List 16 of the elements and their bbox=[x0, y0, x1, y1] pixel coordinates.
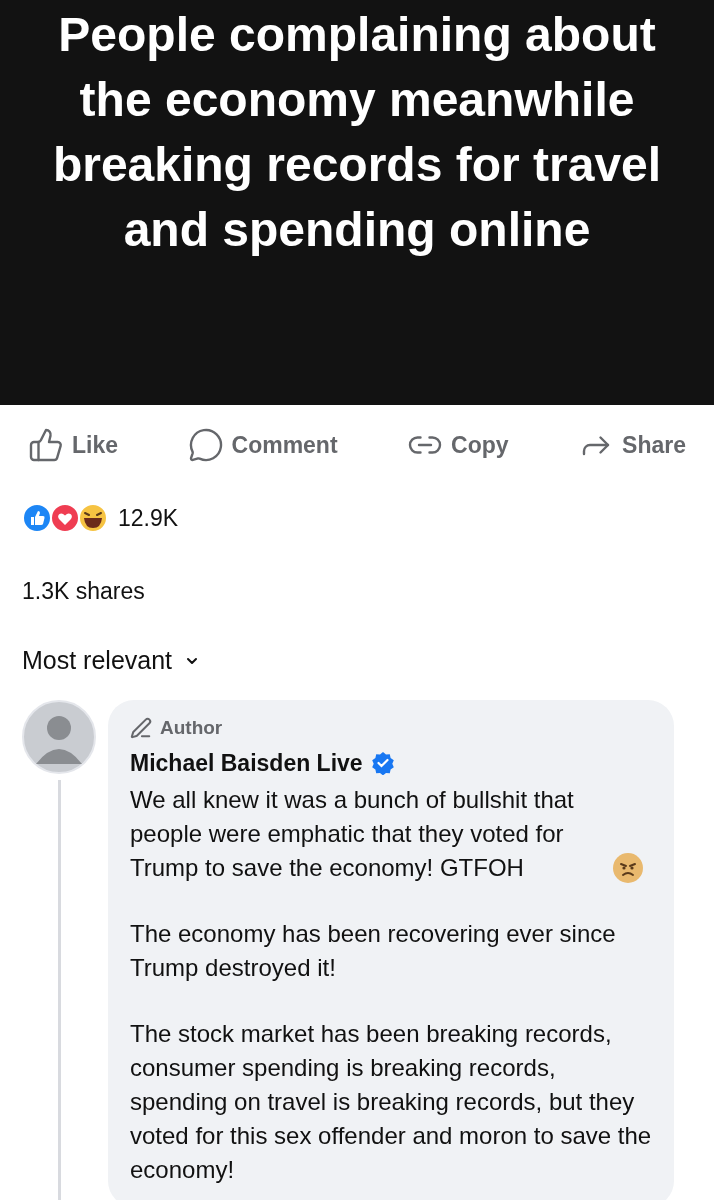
comment-text: The economy has been recovering ever since Trump destroyed it! bbox=[130, 918, 617, 983]
commenter-name: Michael Baisden Live bbox=[130, 749, 363, 778]
shares-count: 1.3K shares bbox=[21, 576, 146, 606]
speech-bubble-icon bbox=[187, 427, 224, 463]
pen-icon bbox=[130, 716, 152, 739]
comment-text: We all knew it was a bunch of bullshit that people were emphatic that they voted for Trump to save the economy! GTFOH bbox=[130, 784, 575, 883]
sort-dropdown[interactable]: Most relevant bbox=[22, 642, 201, 680]
like-button[interactable]: Like bbox=[28, 427, 119, 463]
author-label: Author bbox=[160, 715, 223, 740]
comment-text: The stock market has been breaking records, consumer spending is breaking records, spending on travel is breaking records, but they voted for this sex offender and moron to save the economy! bbox=[130, 1018, 653, 1185]
thumbs-up-icon bbox=[28, 427, 64, 463]
comment-button[interactable]: Comment bbox=[187, 427, 338, 463]
post-title: People complaining about the economy meanwhile breaking records for travel and spending online bbox=[51, 7, 663, 258]
copy-button[interactable]: Copy bbox=[407, 427, 509, 463]
share-button[interactable]: Share bbox=[578, 427, 686, 463]
reaction-count: 12.9K bbox=[118, 504, 179, 533]
